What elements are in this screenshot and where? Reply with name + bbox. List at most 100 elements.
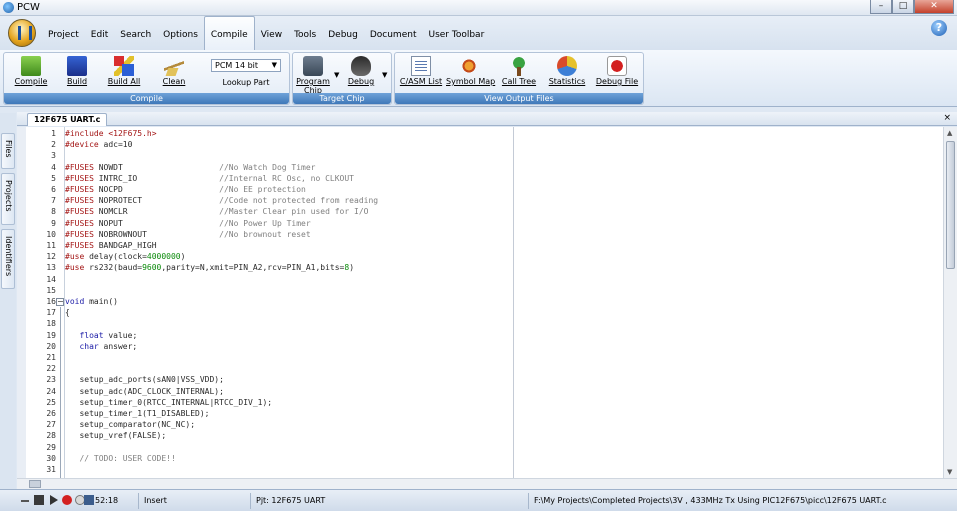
compile-button[interactable]: Compile <box>12 56 50 94</box>
code-line[interactable]: float value; <box>65 331 137 340</box>
save-icon[interactable] <box>34 495 44 505</box>
casm-list-button[interactable]: C/ASM List <box>399 56 443 94</box>
build-button[interactable]: Build <box>60 56 94 94</box>
code-token: NOCPD <box>98 185 220 194</box>
maximize-button[interactable]: □ <box>892 0 914 14</box>
symbol-map-button[interactable]: Symbol Map <box>446 56 495 94</box>
statistics-button[interactable]: Statistics <box>547 56 587 94</box>
menu-options[interactable]: Options <box>157 16 204 50</box>
code-line[interactable]: #FUSES NOPROTECT //Code not protected fr… <box>65 196 378 205</box>
line-number: 8 <box>51 207 56 217</box>
app-menu-button[interactable] <box>8 19 36 47</box>
menu-search[interactable]: Search <box>114 16 157 50</box>
code-token: setup_timer_1(T1_DISABLED); <box>65 409 210 418</box>
vertical-scrollbar[interactable]: ▲ ▼ <box>943 127 957 478</box>
code-line[interactable]: setup_vref(FALSE); <box>65 431 166 440</box>
code-line[interactable]: #use rs232(baud=9600,parity=N,xmit=PIN_A… <box>65 263 354 272</box>
menu-edit[interactable]: Edit <box>85 16 114 50</box>
macro-icon[interactable] <box>84 495 94 505</box>
clean-button[interactable]: Clean <box>156 56 192 94</box>
status-bar: 52:18 Insert Pjt: 12F675 UART F:\My Proj… <box>0 489 957 511</box>
code-line[interactable]: #include <12F675.h> <box>65 129 157 138</box>
program-chip-button[interactable]: Program Chip <box>295 56 331 95</box>
menu-debug[interactable]: Debug <box>322 16 364 50</box>
code-token: setup_vref(FALSE); <box>65 431 167 441</box>
code-editor[interactable]: 1 2 3 4 5 6 7 8 9 10 11 12 13 14 15 16 17 18 19 20 21 22 23 24 2… <box>17 127 957 478</box>
line-number: 17 <box>46 308 56 318</box>
debug-button[interactable]: Debug <box>345 56 377 94</box>
code-line[interactable]: { <box>65 308 70 317</box>
menu-view[interactable]: View <box>255 16 288 50</box>
code-token: setup_timer_0(RTCC_INTERNAL|RTCC_DIV_1); <box>65 397 273 407</box>
debugger-icon <box>351 56 371 76</box>
line-number: 21 <box>46 353 56 362</box>
code-token: #FUSES <box>65 173 99 183</box>
build-all-button[interactable]: Build All <box>104 56 144 94</box>
code-token: setup_comparator(NC_NC); <box>65 420 196 430</box>
editor-split-divider <box>513 127 514 478</box>
code-line[interactable]: setup_timer_1(T1_DISABLED); <box>65 409 210 418</box>
code-token: NOPUT <box>98 218 220 228</box>
compiler-select[interactable]: PCM 14 bit ▼ <box>211 59 281 72</box>
code-line[interactable]: #FUSES NOWDT //No Watch Dog Timer <box>65 163 315 172</box>
code-token: #use <box>65 263 90 273</box>
code-token: <12F675.h> <box>108 129 157 138</box>
code-line[interactable]: #FUSES BANDGAP_HIGH <box>65 241 157 250</box>
play-icon[interactable] <box>50 495 58 505</box>
code-line[interactable]: #FUSES NOCPD //No EE protection <box>65 185 306 194</box>
minus-icon[interactable] <box>21 500 29 510</box>
debug-dropdown-icon[interactable]: ▼ <box>382 71 387 79</box>
scroll-up-icon[interactable]: ▲ <box>947 129 952 137</box>
menu-tools[interactable]: Tools <box>288 16 322 50</box>
code-token: #device <box>65 140 104 150</box>
minimize-button[interactable]: – <box>870 0 892 14</box>
tab-files[interactable]: Files <box>1 133 15 169</box>
document-tab[interactable]: 12F675 UART.c <box>27 113 108 126</box>
call-tree-button[interactable]: Call Tree <box>499 56 539 94</box>
code-line[interactable]: #FUSES NOBROWNOUT //No brownout reset <box>65 230 311 239</box>
app-icon <box>3 2 14 13</box>
menu-bar: Project Edit Search Options Compile View Tools… <box>0 16 957 50</box>
menu-user-toolbar[interactable]: User Toolbar <box>422 16 490 50</box>
tab-identifiers[interactable]: Identifiers <box>1 229 15 289</box>
code-line[interactable]: void main() <box>65 297 118 306</box>
close-button[interactable]: ✕ <box>914 0 954 14</box>
code-line[interactable]: setup_adc_ports(sAN0|VSS_VDD); <box>65 375 224 384</box>
program-chip-dropdown-icon[interactable]: ▼ <box>334 71 339 79</box>
code-token: //No Power Up Timer <box>219 218 311 228</box>
breakpoint-margin[interactable] <box>17 127 26 478</box>
output-files-group-label: View Output Files <box>395 93 643 104</box>
code-line[interactable]: #FUSES INTRC_IO //Internal RC Osc, no CL… <box>65 174 354 183</box>
code-token: //Code not protected from reading <box>219 196 379 206</box>
menu-project[interactable]: Project <box>42 16 85 50</box>
close-document-icon[interactable]: × <box>943 113 951 123</box>
tab-projects[interactable]: Projects <box>1 173 15 225</box>
horizontal-scroll-thumb[interactable] <box>29 480 41 488</box>
scroll-down-icon[interactable]: ▼ <box>947 468 952 476</box>
code-token: //No Watch Dog Timer <box>219 162 316 172</box>
code-line[interactable]: // TODO: USER CODE!! <box>65 453 176 463</box>
menu-document[interactable]: Document <box>364 16 423 50</box>
record-icon[interactable] <box>62 495 72 505</box>
code-line[interactable]: #FUSES NOMCLR //Master Clear pin used fo… <box>65 207 368 216</box>
code-line[interactable]: setup_comparator(NC_NC); <box>65 420 195 429</box>
horizontal-scrollbar[interactable] <box>17 478 957 489</box>
code-token: // TODO: USER CODE!! <box>65 453 176 463</box>
scroll-thumb[interactable] <box>946 141 955 269</box>
code-line[interactable]: #use delay(clock=4000000) <box>65 252 185 261</box>
code-line[interactable]: setup_timer_0(RTCC_INTERNAL|RTCC_DIV_1); <box>65 398 272 407</box>
debug-file-button[interactable]: Debug File <box>595 56 639 94</box>
code-token: 4000000 <box>146 252 181 262</box>
fold-toggle-icon[interactable]: − <box>56 298 64 306</box>
code-line[interactable]: #device adc=10 <box>65 140 132 149</box>
project-name: Pjt: 12F675 UART <box>256 496 326 505</box>
help-icon[interactable]: ? <box>931 20 947 36</box>
code-line[interactable]: char answer; <box>65 342 137 351</box>
lookup-part-button[interactable]: Lookup Part <box>211 78 281 87</box>
code-line[interactable]: setup_adc(ADC_CLOCK_INTERNAL); <box>65 387 224 396</box>
menu-compile[interactable]: Compile <box>203 16 255 50</box>
line-number: 2 <box>51 140 56 150</box>
line-number: 31 <box>46 465 56 474</box>
target-chip-group-label: Target Chip <box>293 93 391 104</box>
code-line[interactable]: #FUSES NOPUT //No Power Up Timer <box>65 219 311 228</box>
